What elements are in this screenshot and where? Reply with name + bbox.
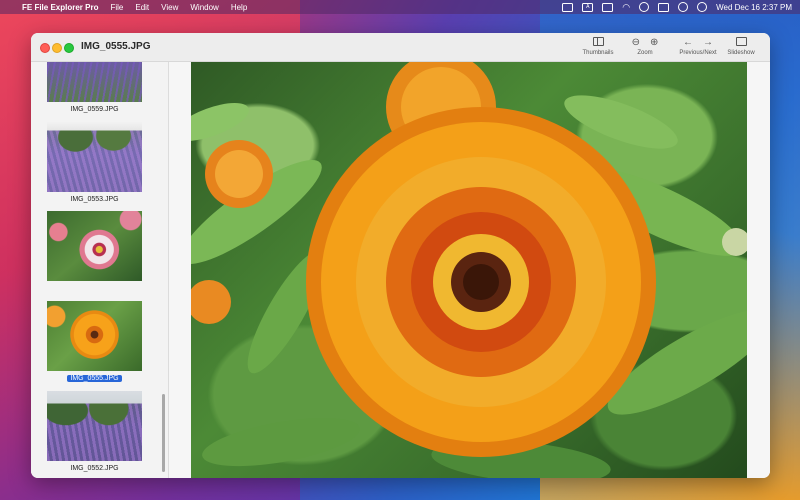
zoom-out-icon[interactable]: ⊖ bbox=[632, 37, 640, 49]
previous-arrow-icon[interactable]: ← bbox=[683, 37, 693, 49]
thumbnail-label: IMG_0553.JPG bbox=[70, 196, 119, 203]
maximize-window-button[interactable] bbox=[64, 43, 74, 53]
thumbnail-item[interactable]: IMG_0553.JPG bbox=[47, 122, 142, 205]
thumbnail-image[interactable] bbox=[47, 122, 142, 192]
wifi-icon[interactable]: ◠ bbox=[622, 2, 630, 13]
zinnia-photo bbox=[191, 62, 747, 478]
thumbnail-label: IMG_0555.JPG bbox=[47, 374, 142, 384]
menu-bar: FE File Explorer Pro File Edit View Wind… bbox=[0, 0, 800, 14]
thumbnails-label: Thumbnails bbox=[582, 50, 614, 56]
control-center-icon[interactable] bbox=[658, 2, 670, 12]
slideshow-label: Slideshow bbox=[727, 50, 755, 56]
next-arrow-icon[interactable]: → bbox=[703, 37, 713, 49]
thumbnail-image[interactable] bbox=[47, 301, 142, 371]
thumbnail-label: IMG_0559.JPG bbox=[70, 106, 119, 113]
minimize-window-button[interactable] bbox=[52, 43, 62, 53]
thumbnails-button[interactable]: Thumbnails bbox=[578, 37, 618, 56]
sidebar-thumbnails-icon bbox=[592, 37, 604, 46]
leaf bbox=[202, 417, 360, 467]
menubar-clock[interactable]: Wed Dec 16 2:37 PM bbox=[716, 3, 792, 12]
thumbnail-image[interactable] bbox=[47, 62, 142, 102]
slideshow-icon bbox=[735, 37, 747, 46]
zinnia-center-core bbox=[463, 264, 499, 300]
thumbnail-item[interactable]: IMG_0559.JPG bbox=[47, 62, 142, 115]
zoom-in-icon[interactable]: ⊕ bbox=[650, 37, 658, 49]
notification-icon[interactable] bbox=[678, 2, 689, 12]
menu-view[interactable]: View bbox=[161, 3, 178, 12]
screen-mirroring-icon[interactable] bbox=[562, 2, 574, 12]
status-area: A ◠ Wed Dec 16 2:37 PM bbox=[562, 2, 800, 13]
menu-window[interactable]: Window bbox=[190, 3, 218, 12]
battery-icon[interactable] bbox=[602, 2, 614, 12]
thumbnail-item-selected[interactable]: IMG_0555.JPG bbox=[47, 301, 142, 384]
slideshow-button[interactable]: Slideshow bbox=[723, 37, 759, 56]
image-viewer bbox=[169, 62, 770, 478]
previous-next-label: Previous/Next bbox=[679, 50, 717, 56]
thumbnail-item[interactable]: IMG_0552.JPG bbox=[47, 391, 142, 474]
keyboard-input-icon[interactable]: A bbox=[582, 2, 594, 12]
menu-file[interactable]: File bbox=[110, 3, 123, 12]
menu-edit[interactable]: Edit bbox=[135, 3, 149, 12]
app-window: IMG_0555.JPG Thumbnails ⊖ ⊕ Zoom ← → Pre… bbox=[31, 33, 770, 478]
background-flower bbox=[191, 280, 231, 324]
app-menu[interactable]: FE File Explorer Pro bbox=[22, 3, 98, 12]
thumbnail-label bbox=[47, 284, 142, 294]
zoom-control: ⊖ ⊕ Zoom bbox=[627, 37, 663, 56]
account-icon[interactable] bbox=[639, 2, 650, 12]
thumbnail-image[interactable] bbox=[47, 391, 142, 461]
main-photo[interactable] bbox=[191, 62, 747, 478]
sidebar-scrollbar-thumb[interactable] bbox=[162, 394, 165, 472]
zoom-label: Zoom bbox=[637, 50, 653, 56]
siri-icon[interactable] bbox=[697, 2, 708, 12]
previous-next-control: ← → Previous/Next bbox=[674, 37, 722, 56]
window-title: IMG_0555.JPG bbox=[81, 41, 151, 52]
window-titlebar: IMG_0555.JPG Thumbnails ⊖ ⊕ Zoom ← → Pre… bbox=[31, 33, 770, 62]
thumbnail-item[interactable] bbox=[47, 211, 142, 294]
thumbnail-sidebar[interactable]: IMG_0559.JPG IMG_0553.JPG IMG_0555.JPG I… bbox=[31, 62, 169, 478]
menu-help[interactable]: Help bbox=[231, 3, 247, 12]
thumbnail-image[interactable] bbox=[47, 211, 142, 281]
close-window-button[interactable] bbox=[40, 43, 50, 53]
thumbnail-label: IMG_0552.JPG bbox=[70, 465, 119, 472]
background-flower-petals bbox=[215, 150, 263, 198]
